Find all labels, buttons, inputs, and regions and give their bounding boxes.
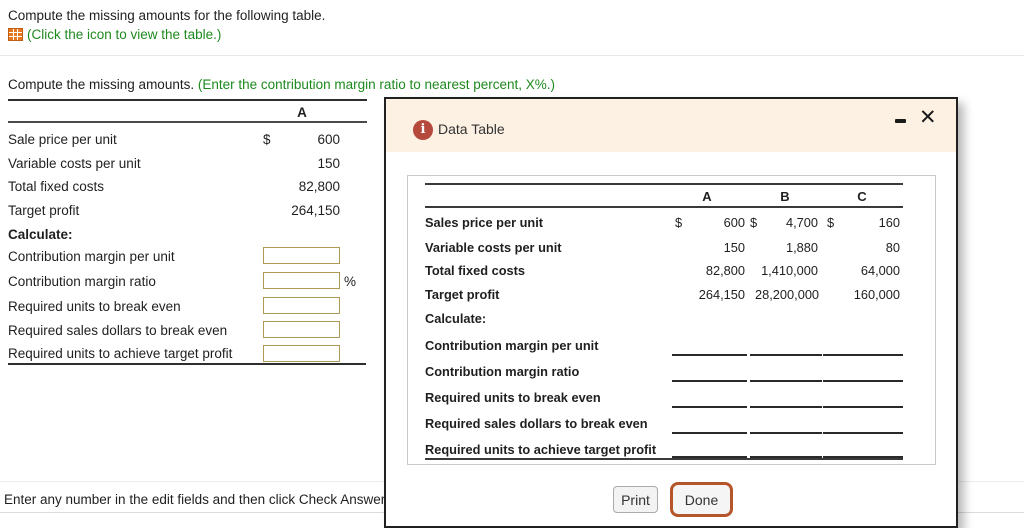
done-button[interactable]: Done	[670, 482, 733, 517]
table-icon-caption: (Click the icon to view the table.)	[27, 27, 222, 42]
cell-value: 160	[878, 215, 900, 230]
answer-input-contribution-margin-per-unit[interactable]	[263, 247, 340, 264]
cell-value: 64,000	[860, 263, 900, 278]
blank-cell-underline	[750, 354, 822, 356]
row-label: Target profit	[8, 203, 80, 218]
row-label: Variable costs per unit	[8, 156, 141, 171]
instruction-text: Compute the missing amounts.	[8, 77, 198, 92]
close-icon[interactable]: ✕	[919, 106, 937, 130]
cell-value: 264,150	[698, 287, 745, 302]
left-table-top-rule	[8, 99, 367, 101]
row-label: Variable costs per unit	[425, 240, 562, 255]
column-header-a: A	[702, 189, 712, 204]
answer-row-label: Required units to achieve target profit	[8, 346, 233, 361]
answer-row-label: Contribution margin per unit	[8, 249, 175, 264]
blank-cell-underline	[823, 406, 903, 408]
question-title: Compute the missing amounts for the foll…	[8, 8, 326, 23]
answer-row-label: Required sales dollars to break even	[8, 323, 228, 338]
cell-value: 80	[885, 240, 900, 255]
minimize-icon[interactable]	[895, 119, 906, 123]
instruction-note: (Enter the contribution margin ratio to …	[197, 77, 556, 92]
footer-hint: Enter any number in the edit fields and …	[4, 492, 386, 507]
row-label: Sale price per unit	[8, 132, 117, 147]
row-label: Target profit	[425, 287, 500, 302]
row-label: Total fixed costs	[425, 263, 526, 278]
column-header-c: C	[857, 189, 867, 204]
info-circle-icon: i	[413, 120, 433, 140]
cell-value: 1,410,000	[761, 263, 818, 278]
row-label: Sales price per unit	[425, 215, 544, 230]
cell-value: 150	[723, 240, 745, 255]
cell-value: 4,700	[785, 215, 818, 230]
blank-cell-underline	[750, 380, 822, 382]
blank-row-label: Contribution margin ratio	[425, 364, 580, 379]
blank-cell-underline	[672, 354, 747, 356]
table-icon-cell	[13, 37, 18, 40]
blank-cell-underline	[750, 432, 822, 434]
table-icon[interactable]	[8, 28, 23, 41]
print-button[interactable]: Print	[613, 486, 658, 513]
cell-value: 1,880	[785, 240, 818, 255]
blank-row-label: Required units to achieve target profit	[425, 442, 657, 457]
table-top-rule	[425, 183, 903, 185]
table-header-rule	[425, 206, 903, 208]
row-label: Total fixed costs	[8, 179, 105, 194]
row-value: 82,800	[298, 179, 340, 194]
calculate-label: Calculate:	[425, 311, 487, 326]
divider	[0, 55, 1024, 56]
table-icon-cell	[18, 33, 22, 36]
table-bottom-rule	[425, 458, 903, 460]
blank-cell-underline	[672, 432, 747, 434]
blank-cell-underline	[672, 380, 747, 382]
answer-input-required-sales-dollars-break-even[interactable]	[263, 321, 340, 338]
cell-value: 28,200,000	[755, 287, 820, 302]
left-table-column-header: A	[297, 105, 307, 120]
blank-cell-underline	[823, 354, 903, 356]
blank-cell-underline	[672, 406, 747, 408]
column-header-b: B	[780, 189, 790, 204]
percent-suffix: %	[344, 274, 357, 289]
calculate-label: Calculate:	[8, 227, 73, 242]
table-icon-cell	[18, 29, 22, 32]
table-icon-cell	[9, 33, 13, 36]
answer-row-label: Contribution margin ratio	[8, 274, 156, 289]
table-icon-cell	[9, 29, 13, 32]
answer-row-label: Required units to break even	[8, 299, 181, 314]
answer-input-contribution-margin-ratio[interactable]	[263, 272, 340, 289]
cell-value: 82,800	[705, 263, 745, 278]
answer-input-required-units-target-profit[interactable]	[263, 345, 340, 362]
cell-value: 160,000	[853, 287, 900, 302]
row-value: 600	[317, 132, 340, 147]
left-table-header-rule	[8, 121, 367, 123]
table-icon-cell	[18, 37, 22, 40]
table-icon-cell	[13, 29, 18, 32]
left-table-bottom-rule	[8, 363, 366, 365]
blank-cell-underline	[750, 406, 822, 408]
instruction-line: Compute the missing amounts. (Enter the …	[8, 77, 555, 92]
data-table-modal: i Data Table ✕ A B C Sales price per uni…	[384, 97, 958, 528]
blank-row-label: Contribution margin per unit	[425, 338, 599, 353]
cell-value: 600	[723, 215, 745, 230]
blank-row-label: Required sales dollars to break even	[425, 416, 648, 431]
table-icon-cell	[9, 37, 13, 40]
blank-row-label: Required units to break even	[425, 390, 601, 405]
answer-input-required-units-break-even[interactable]	[263, 297, 340, 314]
table-icon-cell	[13, 33, 18, 36]
modal-title: Data Table	[438, 121, 505, 137]
blank-cell-underline	[823, 432, 903, 434]
modal-header: i Data Table ✕	[386, 99, 956, 152]
blank-cell-underline	[823, 380, 903, 382]
row-value: 264,150	[291, 203, 340, 218]
row-value: 150	[317, 156, 340, 171]
data-table-container: A B C Sales price per unit $ 600 $ 4,700…	[407, 175, 936, 465]
